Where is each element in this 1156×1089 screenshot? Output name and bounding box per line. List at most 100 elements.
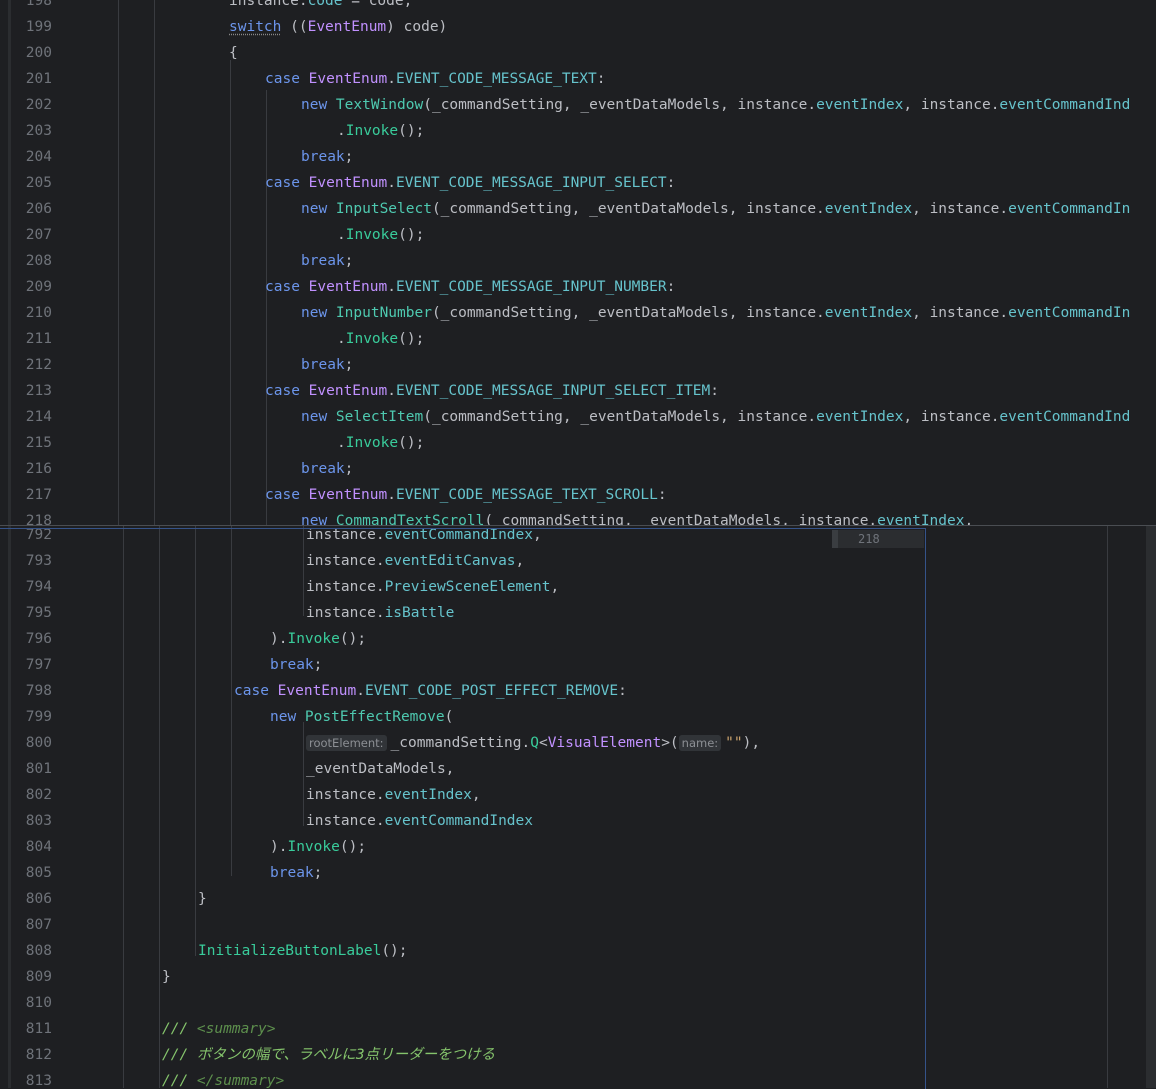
line-number[interactable]: 212 (0, 352, 52, 378)
code-line[interactable]: 213 case EventEnum.EVENT_CODE_MESSAGE_INP… (0, 378, 1156, 404)
code-token: (_commandSetting, _eventDataModels, inst… (431, 305, 825, 321)
line-number[interactable]: 199 (0, 14, 52, 40)
code-line[interactable]: 216 break; (0, 456, 1156, 482)
code-text[interactable]: { (229, 40, 238, 66)
code-text[interactable]: break; (301, 456, 353, 482)
code-token: break (301, 253, 345, 269)
scrollbar[interactable] (1146, 526, 1156, 1088)
code-text[interactable]: .Invoke(); (337, 430, 424, 456)
code-token: EventEnum (308, 71, 388, 87)
code-text[interactable]: break; (301, 248, 353, 274)
line-number[interactable]: 213 (0, 378, 52, 404)
code-line[interactable]: 215 .Invoke(); (0, 430, 1156, 456)
code-line[interactable]: 206 new InputSelect(_commandSetting, _eve… (0, 196, 1156, 222)
code-token: case (265, 175, 309, 191)
code-line[interactable]: 198 instance.code = code; (0, 0, 1156, 14)
code-text[interactable]: .Invoke(); (337, 118, 424, 144)
line-number[interactable]: 216 (0, 456, 52, 482)
code-text[interactable]: new SelectItem(_commandSetting, _eventDa… (301, 404, 1130, 430)
code-text[interactable]: case EventEnum.EVENT_CODE_MESSAGE_INPUT_… (265, 378, 719, 404)
code-line[interactable]: 212 break; (0, 352, 1156, 378)
code-line[interactable]: 217 case EventEnum.EVENT_CODE_MESSAGE_TEX… (0, 482, 1156, 508)
code-token: eventIndex (816, 97, 904, 113)
code-token: Invoke (345, 331, 399, 347)
code-token: . (387, 279, 396, 295)
code-token: EVENT_CODE_MESSAGE_INPUT_NUMBER (395, 279, 667, 295)
code-line[interactable]: 218 new CommandTextScroll(_commandSetting… (0, 508, 1156, 526)
code-token: (); (398, 123, 425, 139)
code-line[interactable]: 209 case EventEnum.EVENT_CODE_MESSAGE_INP… (0, 274, 1156, 300)
code-token: new (301, 201, 336, 217)
line-number[interactable]: 202 (0, 92, 52, 118)
code-text[interactable]: case EventEnum.EVENT_CODE_MESSAGE_INPUT_… (265, 170, 675, 196)
code-text[interactable]: switch ((EventEnum) code) (229, 14, 447, 40)
code-line[interactable]: 202 new TextWindow(_commandSetting, _even… (0, 92, 1156, 118)
line-number[interactable]: 206 (0, 196, 52, 222)
line-number[interactable]: 201 (0, 66, 52, 92)
code-token: . (387, 71, 396, 87)
line-number[interactable]: 214 (0, 404, 52, 430)
sticky-lines-frame (0, 528, 926, 1089)
code-token: (); (398, 331, 425, 347)
code-token: InputNumber (335, 305, 432, 321)
code-token: , instance. (903, 409, 1000, 425)
code-token: eventCommandIn (1008, 201, 1131, 217)
code-token: case (265, 487, 309, 503)
code-line[interactable]: 204 break; (0, 144, 1156, 170)
code-line[interactable]: 199 switch ((EventEnum) code) (0, 14, 1156, 40)
line-number[interactable]: 217 (0, 482, 52, 508)
code-token: EventEnum (307, 19, 387, 35)
code-token: . (337, 123, 346, 139)
code-token: , instance. (903, 97, 1000, 113)
code-text[interactable]: new InputNumber(_commandSetting, _eventD… (301, 300, 1130, 326)
code-token: new (301, 409, 336, 425)
line-number[interactable]: 207 (0, 222, 52, 248)
code-token: (( (281, 19, 308, 35)
code-line[interactable]: 214 new SelectItem(_commandSetting, _even… (0, 404, 1156, 430)
code-token: , instance. (912, 201, 1009, 217)
code-token: ; (344, 253, 354, 269)
code-token: : (596, 71, 606, 87)
code-text[interactable]: case EventEnum.EVENT_CODE_MESSAGE_INPUT_… (265, 274, 675, 300)
code-token: instance. (229, 0, 308, 9)
line-number[interactable]: 210 (0, 300, 52, 326)
code-line[interactable]: 201 case EventEnum.EVENT_CODE_MESSAGE_TEX… (0, 66, 1156, 92)
line-number[interactable]: 198 (0, 0, 52, 14)
code-text[interactable]: instance.code = code; (229, 0, 412, 14)
line-number[interactable]: 215 (0, 430, 52, 456)
code-token: InputSelect (335, 201, 432, 217)
code-line[interactable]: 210 new InputNumber(_commandSetting, _eve… (0, 300, 1156, 326)
code-token: . (387, 175, 396, 191)
code-text[interactable]: new InputSelect(_commandSetting, _eventD… (301, 196, 1130, 222)
code-text[interactable]: .Invoke(); (337, 222, 424, 248)
editor-pane-top[interactable]: 198 instance.code = code; 199 switch ((Even… (0, 0, 1156, 526)
line-number[interactable]: 203 (0, 118, 52, 144)
code-text[interactable]: .Invoke(); (337, 326, 424, 352)
sticky-line-badge[interactable]: 218 (832, 530, 924, 548)
code-line[interactable]: 211 .Invoke(); (0, 326, 1156, 352)
code-token: eventCommandInd (999, 97, 1131, 113)
line-number[interactable]: 205 (0, 170, 52, 196)
code-line[interactable]: 203 .Invoke(); (0, 118, 1156, 144)
line-number[interactable]: 218 (0, 508, 52, 526)
code-token: : (666, 175, 676, 191)
code-line[interactable]: 208 break; (0, 248, 1156, 274)
code-token: Invoke (345, 227, 399, 243)
code-text[interactable]: break; (301, 144, 353, 170)
code-line[interactable]: 200 { (0, 40, 1156, 66)
code-line[interactable]: 205 case EventEnum.EVENT_CODE_MESSAGE_INP… (0, 170, 1156, 196)
code-text[interactable]: new CommandTextScroll(_commandSetting, _… (301, 508, 973, 526)
line-number[interactable]: 200 (0, 40, 52, 66)
code-token: . (337, 227, 346, 243)
line-number[interactable]: 209 (0, 274, 52, 300)
code-token: EVENT_CODE_MESSAGE_INPUT_SELECT_ITEM (395, 383, 711, 399)
code-text[interactable]: case EventEnum.EVENT_CODE_MESSAGE_TEXT: (265, 66, 606, 92)
code-text[interactable]: break; (301, 352, 353, 378)
line-number[interactable]: 204 (0, 144, 52, 170)
code-text[interactable]: case EventEnum.EVENT_CODE_MESSAGE_TEXT_S… (265, 482, 667, 508)
code-token: break (301, 461, 345, 477)
line-number[interactable]: 208 (0, 248, 52, 274)
line-number[interactable]: 211 (0, 326, 52, 352)
code-text[interactable]: new TextWindow(_commandSetting, _eventDa… (301, 92, 1130, 118)
code-line[interactable]: 207 .Invoke(); (0, 222, 1156, 248)
